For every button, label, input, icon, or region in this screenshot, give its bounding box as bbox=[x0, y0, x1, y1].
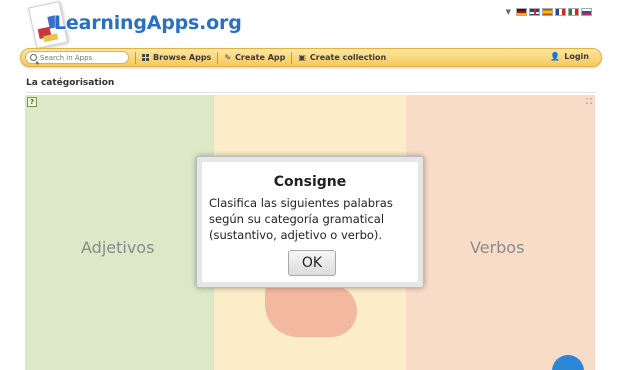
create-collection-button[interactable]: ▣ Create collection bbox=[298, 53, 386, 62]
browse-apps-label: Browse Apps bbox=[153, 53, 212, 62]
help-icon[interactable]: ? bbox=[27, 97, 37, 107]
title-divider bbox=[26, 92, 596, 93]
flag-it-icon[interactable] bbox=[568, 8, 579, 16]
user-icon: 👤 bbox=[550, 52, 561, 61]
dialog-body: Consigne Clasifica las siguientes palabr… bbox=[202, 162, 418, 282]
instruction-dialog: Consigne Clasifica las siguientes palabr… bbox=[196, 156, 424, 288]
chevron-down-icon[interactable]: ▼ bbox=[506, 8, 511, 16]
login-button[interactable]: 👤 Login bbox=[550, 52, 589, 61]
flag-ru-icon[interactable] bbox=[581, 8, 592, 16]
browse-apps-button[interactable]: Browse Apps bbox=[142, 53, 211, 62]
learningapps-logo[interactable]: LearningApps.org bbox=[20, 1, 242, 49]
flag-en-icon[interactable] bbox=[529, 8, 540, 16]
flag-es-icon[interactable] bbox=[542, 8, 553, 16]
flag-de-icon[interactable] bbox=[516, 8, 527, 16]
main-nav-bar: Browse Apps ✎ Create App ▣ Create collec… bbox=[20, 48, 602, 67]
logo-text: LearningApps.org bbox=[54, 12, 242, 34]
create-app-button[interactable]: ✎ Create App bbox=[224, 53, 285, 62]
nav-divider bbox=[217, 51, 219, 64]
draggable-shape[interactable] bbox=[265, 285, 357, 337]
grid-icon bbox=[142, 54, 149, 61]
search-icon bbox=[30, 54, 37, 61]
language-selector[interactable]: ▼ bbox=[506, 8, 592, 16]
page-title: La catégorisation bbox=[26, 78, 115, 88]
category-column-left[interactable] bbox=[25, 95, 214, 370]
page-root: LearningApps.org ▼ Browse Apps ✎ Create … bbox=[0, 0, 620, 370]
collection-icon: ▣ bbox=[298, 53, 306, 62]
ok-button[interactable]: OK bbox=[288, 250, 336, 276]
category-label-verbos: Verbos bbox=[470, 238, 525, 257]
pencil-icon: ✎ bbox=[224, 53, 232, 62]
login-label: Login bbox=[564, 52, 589, 61]
dialog-text: Clasifica las siguientes palabras según … bbox=[209, 196, 393, 242]
search-input[interactable] bbox=[40, 53, 126, 62]
create-collection-label: Create collection bbox=[309, 53, 387, 62]
flag-fr-icon[interactable] bbox=[555, 8, 566, 16]
fullscreen-icon[interactable]: ⛶ bbox=[586, 97, 592, 107]
create-app-label: Create App bbox=[235, 53, 286, 62]
dialog-title: Consigne bbox=[273, 174, 347, 190]
nav-divider bbox=[135, 51, 136, 64]
category-label-adjetivos: Adjetivos bbox=[81, 238, 155, 257]
category-column-right[interactable] bbox=[406, 95, 595, 370]
nav-divider bbox=[291, 51, 293, 64]
search-box[interactable] bbox=[25, 51, 129, 64]
